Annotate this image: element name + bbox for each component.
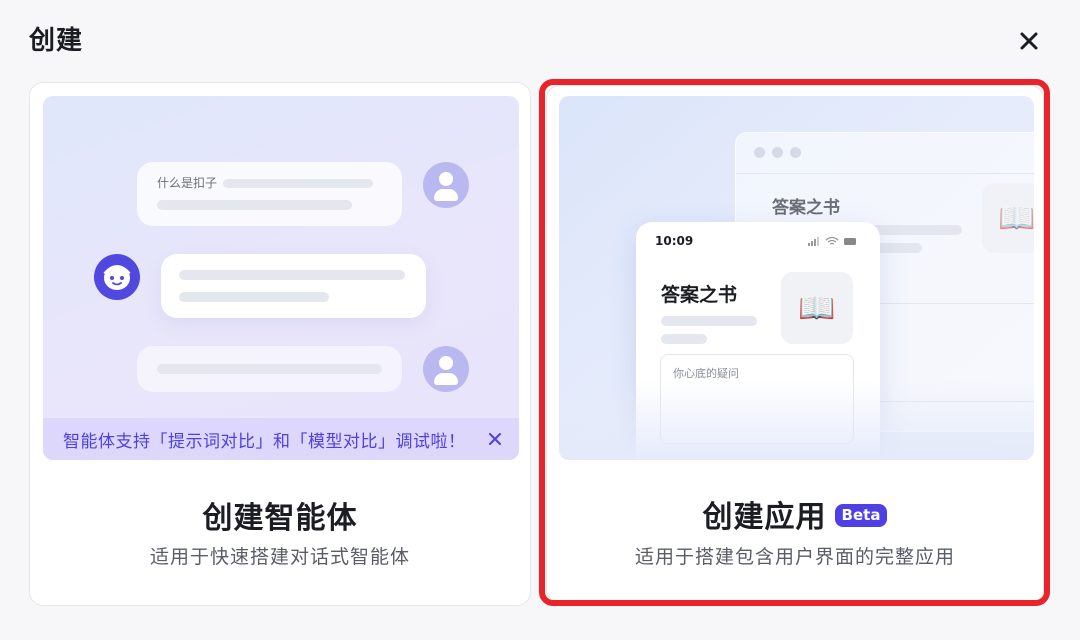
window-dot bbox=[772, 147, 783, 158]
input-placeholder: 你心底的疑问 bbox=[673, 367, 739, 380]
app-preview-illustration: 答案之书 📖 10:09 答案之书 📖 你心底的疑问 bbox=[559, 96, 1034, 460]
book-icon: 📖 bbox=[982, 183, 1034, 253]
placeholder-bar bbox=[661, 316, 757, 326]
divider bbox=[736, 173, 1034, 174]
window-title: 答案之书 bbox=[772, 198, 840, 218]
phone-status-icons bbox=[808, 236, 856, 246]
dialog-title: 创建 bbox=[29, 26, 84, 56]
close-button[interactable] bbox=[1014, 26, 1044, 56]
tip-close-button[interactable] bbox=[485, 429, 505, 449]
placeholder-bar bbox=[661, 334, 707, 344]
placeholder-bar bbox=[179, 292, 329, 302]
close-icon bbox=[1020, 32, 1038, 50]
user-avatar-icon bbox=[423, 162, 469, 208]
bot-avatar-icon bbox=[94, 254, 140, 300]
agent-card-title-text: 创建智能体 bbox=[202, 501, 358, 536]
beta-badge: Beta bbox=[834, 503, 888, 527]
app-card-title: 创建应用 Beta bbox=[547, 492, 1043, 536]
tip-banner: 智能体支持「提示词对比」和「模型对比」调试啦！ bbox=[43, 418, 519, 460]
window-dot bbox=[790, 147, 801, 158]
phone-time: 10:09 bbox=[655, 234, 694, 248]
app-card-title-text: 创建应用 bbox=[702, 500, 827, 535]
app-card-description: 适用于搭建包含用户界面的完整应用 bbox=[634, 546, 955, 568]
question-text: 什么是扣子 bbox=[157, 176, 218, 190]
placeholder-bar bbox=[179, 270, 405, 280]
tip-text: 智能体支持「提示词对比」和「模型对比」调试啦！ bbox=[63, 431, 466, 452]
create-app-card[interactable]: 答案之书 📖 10:09 答案之书 📖 你心底的疑问 创建应用 Beta 适用于… bbox=[546, 85, 1044, 603]
agent-preview-illustration: 什么是扣子 智能体支持「提示词对比」和「模型对比」调试啦！ bbox=[43, 96, 519, 460]
question-bubble: 什么是扣子 bbox=[137, 162, 402, 226]
phone-app-title: 答案之书 bbox=[661, 284, 738, 306]
fade-overlay bbox=[559, 380, 1034, 460]
create-dialog: 创建 什么是扣子 智能体支持「提示词对比」和「模型对比」调试啦！ 创建智能体 适… bbox=[0, 0, 1080, 640]
user-avatar-icon bbox=[423, 346, 469, 392]
agent-card-title: 创建智能体 bbox=[30, 493, 530, 537]
book-icon: 📖 bbox=[781, 272, 853, 344]
placeholder-bar bbox=[223, 179, 373, 188]
close-icon bbox=[489, 433, 501, 445]
window-dot bbox=[754, 147, 765, 158]
placeholder-bar bbox=[157, 364, 382, 374]
question-bubble-2 bbox=[137, 346, 402, 392]
create-agent-card[interactable]: 什么是扣子 智能体支持「提示词对比」和「模型对比」调试啦！ 创建智能体 适用于快… bbox=[29, 82, 531, 606]
agent-card-description: 适用于快速搭建对话式智能体 bbox=[149, 546, 410, 568]
placeholder-bar bbox=[157, 200, 352, 210]
answer-bubble bbox=[161, 254, 426, 318]
